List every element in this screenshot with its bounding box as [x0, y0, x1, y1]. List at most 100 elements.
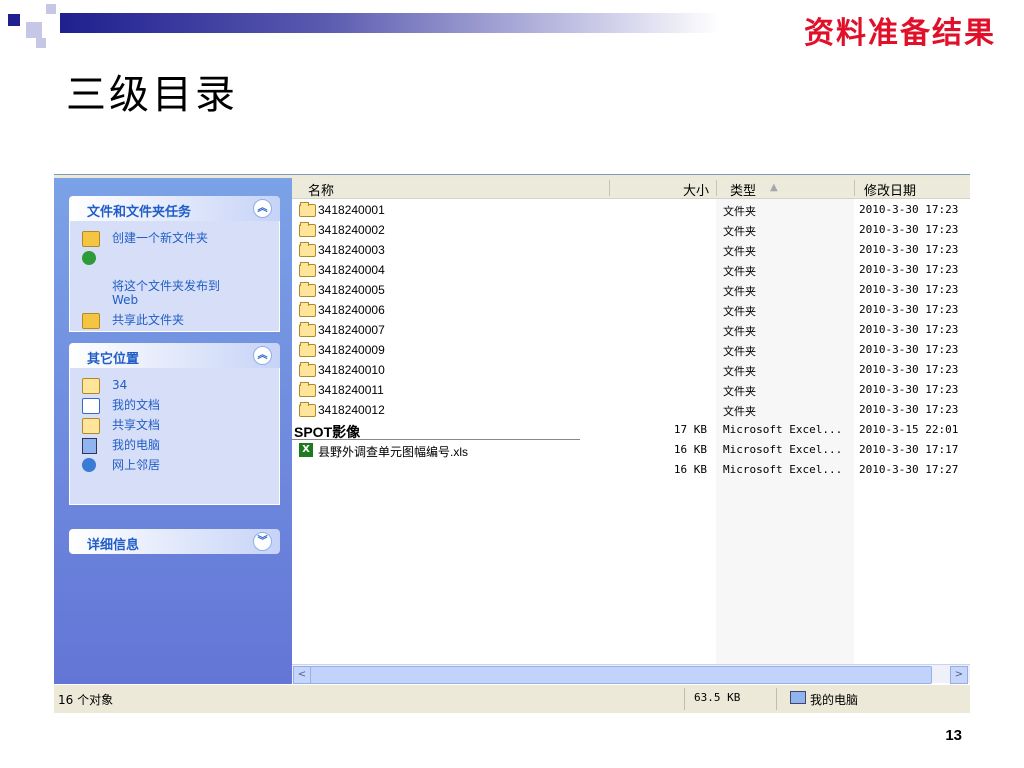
file-type: 文件夹 [723, 205, 756, 218]
file-row[interactable]: X 县野外调查单元图幅编号.xls 16 KB Microsoft Excel... 2… [292, 440, 970, 460]
file-modified-date: 2010-3-30 17:23 [859, 403, 959, 416]
file-name: 3418240003 [318, 243, 385, 257]
column-divider[interactable] [609, 180, 610, 196]
details-panel: 详细信息 ︾ [69, 529, 280, 554]
file-type: 文件夹 [723, 305, 756, 318]
slide-decoration-square [8, 14, 20, 26]
file-type: 文件夹 [723, 405, 756, 418]
file-list: 名称 大小 类型 ▲ 修改日期 3418240001 文件夹 2010-3-30 1… [292, 178, 970, 684]
file-modified-date: 2010-3-30 17:23 [859, 303, 959, 316]
file-name: 3418240006 [318, 303, 385, 317]
file-type: 文件夹 [723, 285, 756, 298]
column-modified[interactable]: 修改日期 [864, 180, 916, 199]
scrollbar-thumb[interactable] [310, 666, 932, 684]
file-name: 3418240007 [318, 323, 385, 337]
folder-icon [299, 302, 316, 317]
place-my-computer[interactable]: 我的电脑 [70, 438, 279, 454]
file-row[interactable]: 3418240002 文件夹 2010-3-30 17:23 [292, 220, 970, 240]
place-network[interactable]: 网上邻居 [70, 458, 279, 472]
file-row[interactable]: 3418240005 文件夹 2010-3-30 17:23 [292, 280, 970, 300]
file-row[interactable]: 16 KB Microsoft Excel... 2010-3-30 17:27 [292, 460, 970, 480]
file-row[interactable]: 3418240003 文件夹 2010-3-30 17:23 [292, 240, 970, 260]
file-row[interactable]: 3418240006 文件夹 2010-3-30 17:23 [292, 300, 970, 320]
place-my-documents[interactable]: 我的文档 [70, 398, 279, 414]
details-title: 详细信息 [87, 538, 140, 553]
file-name: 3418240012 [318, 403, 385, 417]
place-34[interactable]: 34 [70, 378, 279, 394]
place-my-documents-label: 我的文档 [112, 398, 161, 412]
place-my-computer-label: 我的电脑 [112, 438, 161, 452]
scroll-right-icon[interactable]: > [950, 666, 968, 684]
place-shared-documents[interactable]: 共享文档 [70, 418, 279, 434]
place-shared-documents-label: 共享文档 [112, 418, 161, 432]
network-icon [82, 458, 96, 472]
status-location: 我的电脑 [810, 693, 859, 707]
file-type: 文件夹 [723, 345, 756, 358]
my-documents-icon [82, 398, 100, 414]
folder-icon [299, 222, 316, 237]
folder-icon [299, 242, 316, 257]
computer-icon [790, 691, 806, 704]
status-divider [776, 688, 777, 710]
file-row[interactable]: 3418240007 文件夹 2010-3-30 17:23 [292, 320, 970, 340]
file-modified-date: 2010-3-30 17:17 [859, 443, 959, 456]
collapse-icon[interactable]: ︽ [253, 199, 272, 218]
collapse-icon[interactable]: ︽ [253, 346, 272, 365]
expand-icon[interactable]: ︾ [253, 532, 272, 551]
file-name: 3418240010 [318, 363, 385, 377]
file-type: 文件夹 [723, 225, 756, 238]
file-tasks-header[interactable]: 文件和文件夹任务 ︽ [69, 196, 280, 221]
slide-decoration-square [26, 22, 42, 38]
horizontal-scrollbar[interactable]: < > [292, 664, 970, 684]
column-size[interactable]: 大小 [683, 180, 709, 199]
file-name: 3418240002 [318, 223, 385, 237]
excel-icon: X [299, 443, 313, 457]
file-name: 3418240005 [318, 283, 385, 297]
file-type: Microsoft Excel... [723, 443, 843, 456]
new-folder-icon [82, 231, 100, 247]
file-row[interactable]: 3418240012 文件夹 2010-3-30 17:23 [292, 400, 970, 420]
task-pane: 文件和文件夹任务 ︽ 创建一个新文件夹 将这个文件夹发布到 Web 共享此文件夹 [54, 178, 292, 684]
task-share-folder[interactable]: 共享此文件夹 [70, 313, 279, 329]
sort-ascending-icon: ▲ [770, 182, 778, 193]
file-row[interactable]: SPOT影像 17 KB Microsoft Excel... 2010-3-15 2… [292, 420, 970, 440]
other-places-body: 34 我的文档 共享文档 我的电脑 网上邻居 [69, 368, 280, 505]
file-row[interactable]: 3418240001 文件夹 2010-3-30 17:23 [292, 200, 970, 220]
file-type: Microsoft Excel... [723, 423, 843, 436]
column-divider[interactable] [854, 180, 855, 196]
file-modified-date: 2010-3-30 17:23 [859, 263, 959, 276]
file-modified-date: 2010-3-30 17:23 [859, 323, 959, 336]
file-tasks-body: 创建一个新文件夹 将这个文件夹发布到 Web 共享此文件夹 [69, 221, 280, 332]
details-header[interactable]: 详细信息 ︾ [69, 529, 280, 554]
file-row[interactable]: 3418240010 文件夹 2010-3-30 17:23 [292, 360, 970, 380]
status-object-count: 16 个对象 [58, 693, 114, 707]
task-new-folder[interactable]: 创建一个新文件夹 [70, 231, 279, 247]
slide-page-number: 13 [945, 727, 962, 744]
file-name: 3418240009 [318, 343, 385, 357]
folder-icon [299, 282, 316, 297]
file-modified-date: 2010-3-30 17:27 [859, 463, 959, 476]
file-tasks-title: 文件和文件夹任务 [87, 205, 192, 220]
file-type: 文件夹 [723, 245, 756, 258]
share-folder-icon [82, 313, 100, 329]
scroll-left-icon[interactable]: < [293, 666, 311, 684]
other-places-header[interactable]: 其它位置 ︽ [69, 343, 280, 368]
file-modified-date: 2010-3-30 17:23 [859, 283, 959, 296]
file-modified-date: 2010-3-30 17:23 [859, 343, 959, 356]
file-modified-date: 2010-3-30 17:23 [859, 223, 959, 236]
file-row[interactable]: 3418240004 文件夹 2010-3-30 17:23 [292, 260, 970, 280]
slide-header-bar [60, 13, 720, 33]
column-divider[interactable] [716, 180, 717, 196]
column-type[interactable]: 类型 [730, 180, 756, 199]
file-name: 县野外调查单元图幅编号.xls [318, 445, 469, 459]
file-row[interactable]: 3418240009 文件夹 2010-3-30 17:23 [292, 340, 970, 360]
folder-icon [299, 402, 316, 417]
slide-decoration-square [46, 4, 56, 14]
place-34-label: 34 [112, 378, 128, 392]
file-size: 17 KB [673, 423, 707, 436]
column-name[interactable]: 名称 [308, 180, 334, 199]
file-modified-date: 2010-3-30 17:23 [859, 243, 959, 256]
file-row[interactable]: 3418240011 文件夹 2010-3-30 17:23 [292, 380, 970, 400]
task-publish-web[interactable]: 将这个文件夹发布到 Web [70, 251, 279, 307]
file-tasks-panel: 文件和文件夹任务 ︽ 创建一个新文件夹 将这个文件夹发布到 Web 共享此文件夹 [69, 196, 280, 332]
